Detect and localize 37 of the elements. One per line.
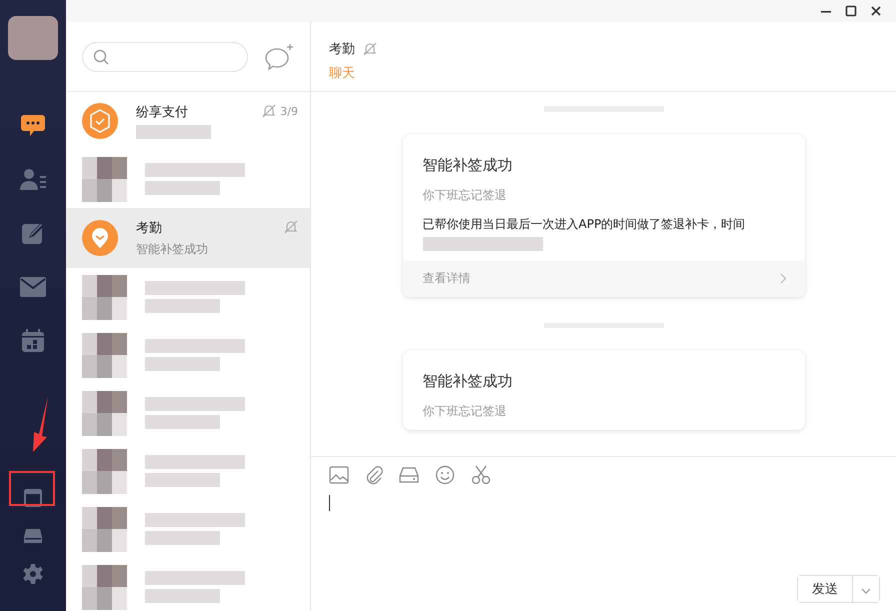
mail-icon: [20, 277, 46, 297]
drive-icon: [24, 528, 42, 544]
scissors-icon[interactable]: [471, 465, 491, 485]
card-title: 智能补签成功: [422, 156, 514, 174]
unread-count: 3/9: [280, 104, 298, 118]
card-title: 智能补签成功: [422, 372, 514, 391]
avatar[interactable]: [8, 16, 58, 60]
new-chat-icon[interactable]: [264, 42, 294, 70]
conversation-item[interactable]: 考勤 智能补签成功: [66, 208, 310, 268]
chevron-icon: [780, 273, 786, 284]
drive-icon[interactable]: [399, 467, 419, 483]
edit-icon: [21, 221, 45, 245]
conversation-item[interactable]: 纷享支付 3/9: [66, 92, 310, 150]
close-icon[interactable]: [870, 5, 882, 17]
paperclip-icon[interactable]: [365, 465, 383, 485]
conversation-name: 纷享支付: [136, 104, 189, 121]
window-icon: [24, 489, 42, 507]
card-subtitle: 你下班忘记签退: [422, 403, 508, 420]
calendar-icon: [21, 329, 45, 353]
hexagon-avatar: [82, 103, 118, 139]
highlight-box: [9, 471, 55, 506]
conversation-name: 考勤: [136, 220, 163, 236]
card-body: 已帮你使用当日最后一次进入APP的时间做了签退补卡，时间: [422, 216, 746, 232]
message-preview: 智能补签成功: [136, 240, 209, 258]
annotation-arrow: [30, 396, 50, 452]
maximize-icon[interactable]: [845, 5, 857, 17]
chat-bubble-icon: [20, 112, 46, 138]
settings-icon: [23, 564, 43, 584]
search-icon: [93, 48, 109, 64]
emoji-icon[interactable]: [435, 465, 455, 485]
image-icon[interactable]: [329, 466, 349, 484]
contacts-icon: [19, 167, 47, 191]
card-subtitle: 你下班忘记签退: [422, 186, 508, 204]
search-field[interactable]: [82, 42, 248, 72]
caret-icon: [861, 588, 871, 594]
location-pin-avatar: [82, 220, 118, 256]
chat-title: 考勤: [329, 41, 355, 58]
